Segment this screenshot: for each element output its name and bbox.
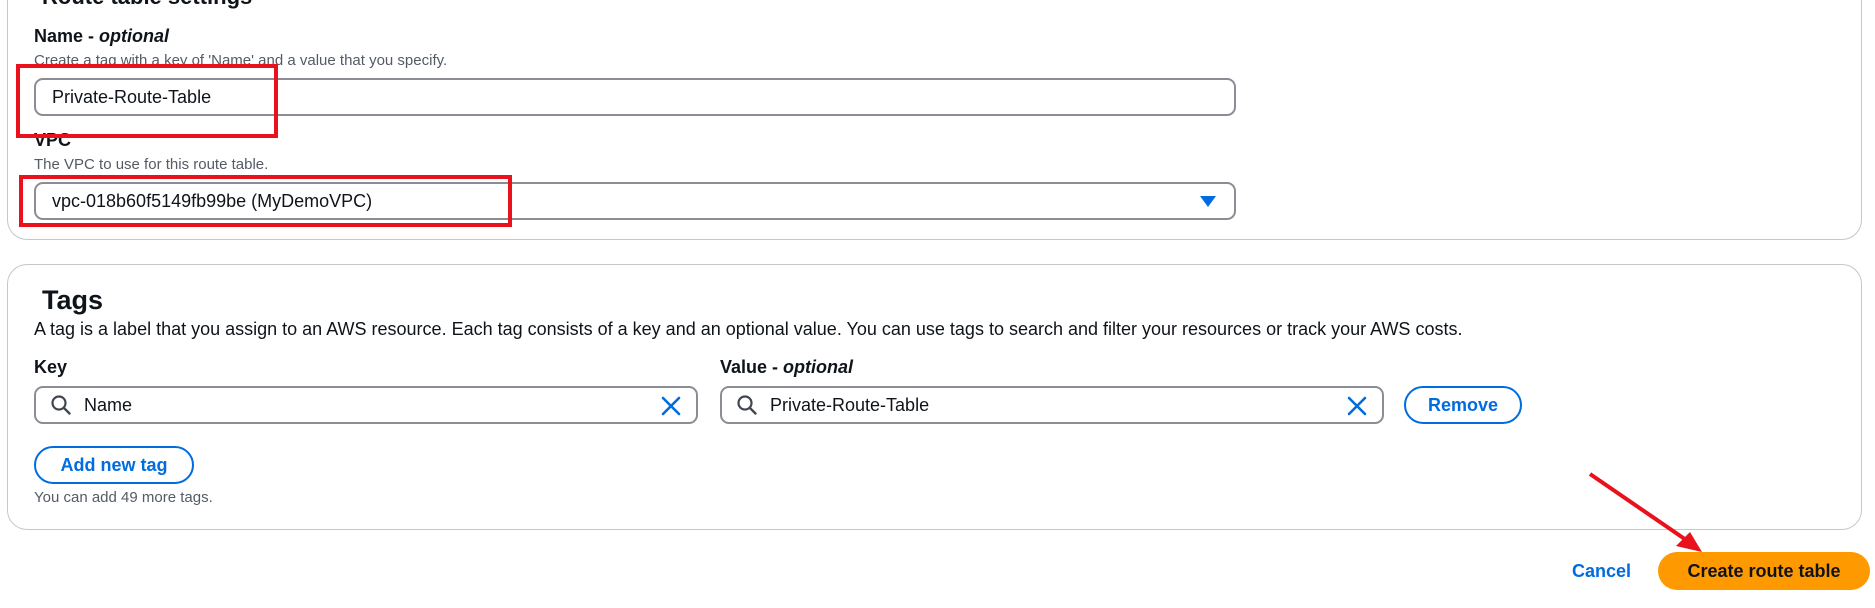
page: Route table settings Name - optional Cre… [0, 0, 1875, 608]
section-title-tags: Tags [42, 285, 104, 315]
vpc-select[interactable]: vpc-018b60f5149fb99be (MyDemoVPC) [34, 182, 1236, 220]
section-title-route-table-settings: Route table settings [42, 0, 252, 10]
name-input-value: Private-Route-Table [52, 86, 212, 107]
tag-value-label: Value - optional [720, 357, 854, 377]
clear-icon[interactable] [660, 395, 682, 417]
tags-remaining-hint: You can add 49 more tags. [34, 489, 213, 506]
tags-description: A tag is a label that you assign to an A… [34, 319, 1463, 339]
vpc-label: VPC [34, 130, 72, 150]
search-icon [51, 395, 71, 415]
name-input[interactable]: Private-Route-Table [34, 78, 1236, 116]
cancel-button[interactable]: Cancel [1572, 561, 1631, 582]
tag-value-value: Private-Route-Table [770, 394, 930, 415]
name-label: Name - optional [34, 26, 170, 46]
caret-down-icon [1200, 196, 1216, 207]
vpc-select-value: vpc-018b60f5149fb99be (MyDemoVPC) [52, 190, 373, 211]
search-icon [737, 395, 757, 415]
add-new-tag-button[interactable]: Add new tag [34, 446, 194, 484]
tag-key-label: Key [34, 357, 68, 377]
name-description: Create a tag with a key of 'Name' and a … [34, 52, 448, 69]
vpc-description: The VPC to use for this route table. [34, 156, 269, 173]
tag-key-value: Name [84, 394, 133, 415]
tag-key-input[interactable]: Name [34, 386, 698, 424]
remove-tag-button[interactable]: Remove [1404, 386, 1522, 424]
create-route-table-button[interactable]: Create route table [1658, 552, 1870, 590]
clear-icon[interactable] [1346, 395, 1368, 417]
tag-value-input[interactable]: Private-Route-Table [720, 386, 1384, 424]
